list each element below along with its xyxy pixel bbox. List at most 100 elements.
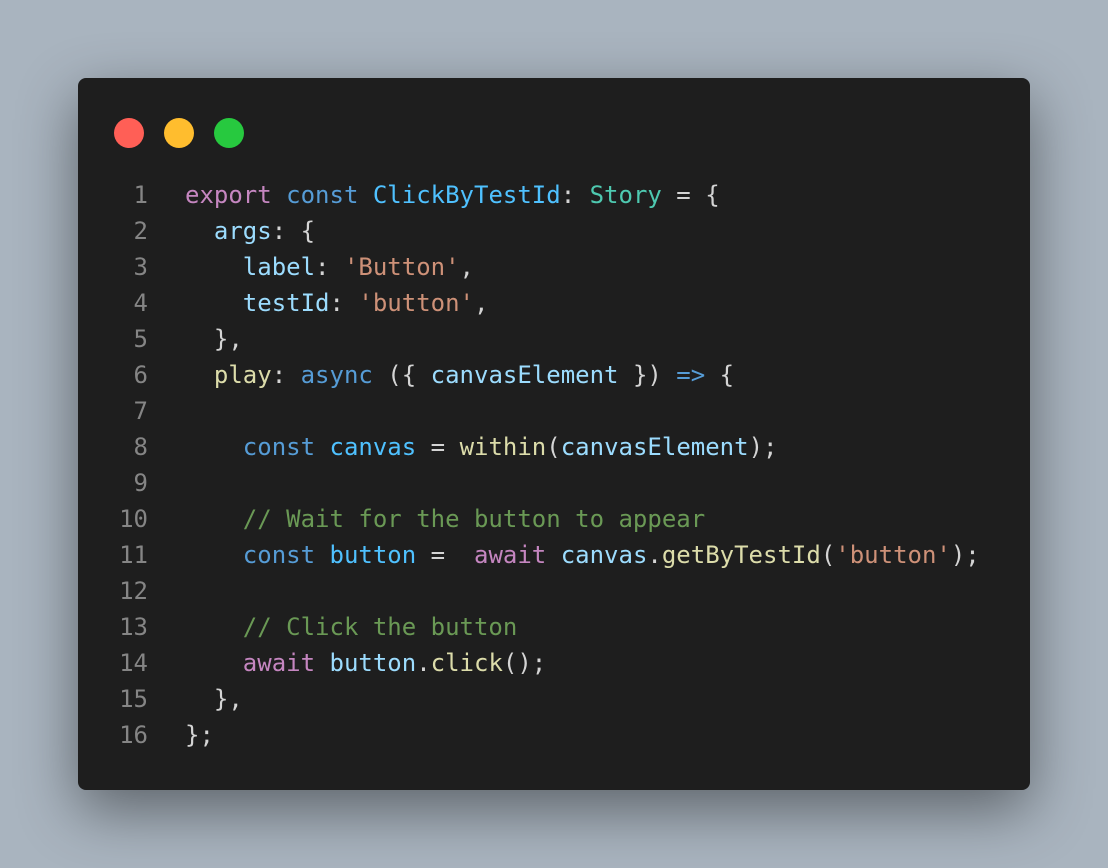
- code-token: canvasElement: [430, 361, 619, 389]
- code-block: 1 export const ClickByTestId: Story = {2 …: [78, 177, 980, 753]
- code-line: 5 },: [78, 321, 980, 357]
- code-line: 13 // Click the button: [78, 609, 980, 645]
- line-number: 13: [119, 613, 148, 641]
- code-token: .: [647, 541, 662, 569]
- code-token: =: [416, 433, 460, 461]
- code-token: label: [242, 253, 316, 281]
- minimize-dot-icon: [164, 118, 194, 148]
- code-token: = {: [661, 181, 720, 209]
- code-token: canvas: [329, 433, 417, 461]
- code-text: label: 'Button',: [185, 249, 474, 285]
- code-token: 'button': [358, 289, 474, 317]
- code-token: =: [416, 541, 474, 569]
- code-text: args: {: [185, 213, 315, 249]
- code-line: 16};: [78, 717, 980, 753]
- code-token: within: [459, 433, 547, 461]
- code-window: 1 export const ClickByTestId: Story = {2 …: [78, 78, 1030, 790]
- line-number: 14: [119, 649, 148, 677]
- code-token: .: [416, 649, 431, 677]
- code-token: : {: [271, 217, 316, 245]
- code-token: :: [315, 253, 344, 281]
- code-token: (: [820, 541, 836, 569]
- code-text: },: [185, 681, 243, 717]
- code-line: 15 },: [78, 681, 980, 717]
- code-token: button: [329, 649, 417, 677]
- line-number: 1: [133, 181, 148, 209]
- code-line: 6 play: async ({ canvasElement }) => {: [78, 357, 980, 393]
- line-number: 2: [133, 217, 148, 245]
- code-line: 7: [78, 393, 980, 429]
- code-text: export const ClickByTestId: Story = {: [185, 177, 720, 213]
- code-line: 2 args: {: [78, 213, 980, 249]
- line-number: 15: [119, 685, 148, 713]
- code-line: 8 const canvas = within(canvasElement);: [78, 429, 980, 465]
- line-number: 16: [119, 721, 148, 749]
- code-token: export: [185, 181, 272, 209]
- code-token: async: [300, 361, 373, 389]
- code-token: await: [242, 649, 316, 677]
- code-line: 9: [78, 465, 980, 501]
- code-token: ClickByTestId: [372, 181, 561, 209]
- code-token: getByTestId: [661, 541, 821, 569]
- line-number: 9: [133, 469, 148, 497]
- maximize-dot-icon: [214, 118, 244, 148]
- code-token: const: [242, 433, 316, 461]
- line-number: 8: [133, 433, 148, 461]
- code-token: :: [560, 181, 590, 209]
- code-token: args: [213, 217, 272, 245]
- line-number: 12: [119, 577, 148, 605]
- code-token: ({: [372, 361, 431, 389]
- code-token: play: [213, 361, 272, 389]
- code-token: const: [242, 541, 316, 569]
- line-number: 4: [133, 289, 148, 317]
- code-line: 14 await button.click();: [78, 645, 980, 681]
- code-token: :: [271, 361, 301, 389]
- code-token: const: [286, 181, 359, 209]
- code-text: play: async ({ canvasElement }) => {: [185, 357, 734, 393]
- code-text: };: [185, 717, 214, 753]
- code-text: testId: 'button',: [185, 285, 489, 321]
- code-token: ();: [502, 649, 547, 677]
- code-token: // Click the button: [242, 613, 518, 641]
- code-token: :: [329, 289, 359, 317]
- code-token: },: [185, 685, 243, 713]
- line-number: 11: [119, 541, 148, 569]
- line-number: 3: [133, 253, 148, 281]
- code-token: (: [546, 433, 561, 461]
- code-token: };: [185, 721, 214, 749]
- code-token: );: [748, 433, 778, 461]
- code-token: {: [705, 361, 735, 389]
- code-token: Story: [589, 181, 662, 209]
- code-token: canvas: [560, 541, 648, 569]
- code-token: );: [950, 541, 980, 569]
- code-token: click: [430, 649, 503, 677]
- code-token: // Wait for the button to appear: [242, 505, 706, 533]
- code-text: const canvas = within(canvasElement);: [185, 429, 778, 465]
- code-token: }): [618, 361, 677, 389]
- code-line: 11 const button = await canvas.getByTest…: [78, 537, 980, 573]
- close-dot-icon: [114, 118, 144, 148]
- code-text: const button = await canvas.getByTestId(…: [185, 537, 980, 573]
- code-text: // Click the button: [185, 609, 518, 645]
- code-line: 12: [78, 573, 980, 609]
- code-token: canvasElement: [560, 433, 749, 461]
- line-number: 10: [119, 505, 148, 533]
- code-token: =>: [676, 361, 706, 389]
- line-number: 5: [133, 325, 148, 353]
- code-text: },: [185, 321, 243, 357]
- code-line: 1 export const ClickByTestId: Story = {: [78, 177, 980, 213]
- code-token: 'Button': [343, 253, 460, 281]
- line-number: 6: [133, 361, 148, 389]
